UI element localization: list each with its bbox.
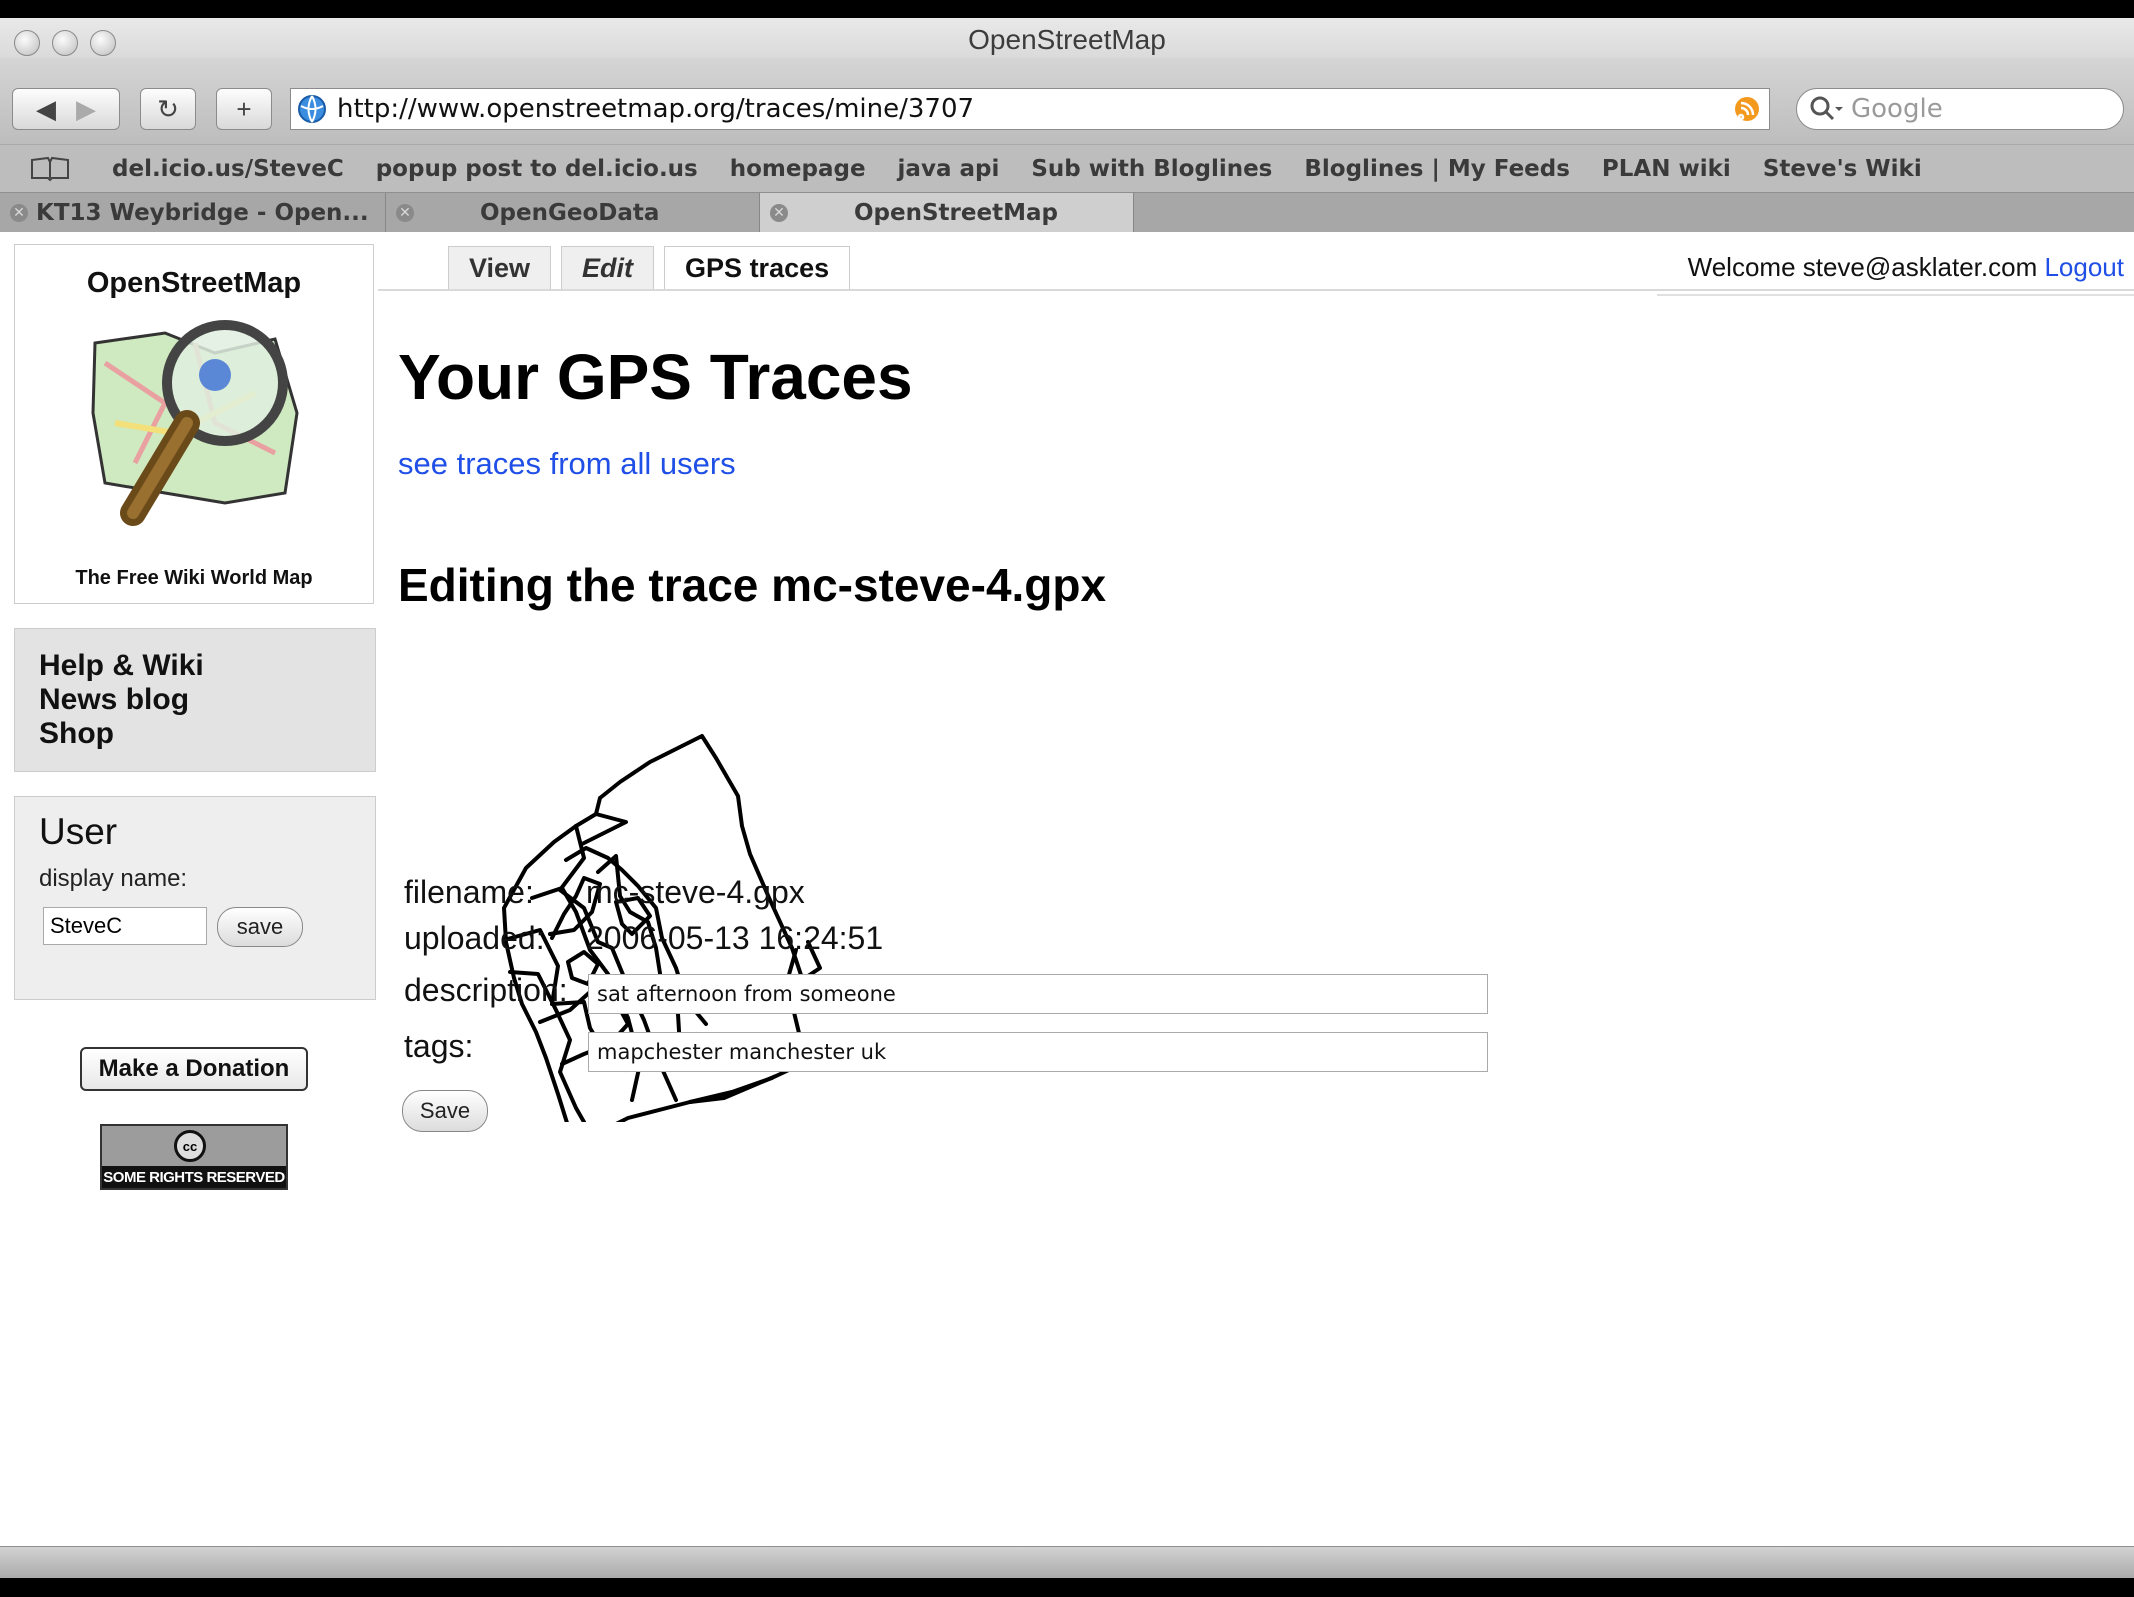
welcome-divider xyxy=(1657,294,2134,296)
display-name-input[interactable] xyxy=(43,907,207,945)
close-tab-icon[interactable]: ✕ xyxy=(396,204,414,222)
browser-tab-bar: ✕ KT13 Weybridge - Open... ✕ OpenGeoData… xyxy=(0,192,2134,233)
logo-tagline: The Free Wiki World Map xyxy=(75,567,313,589)
close-tab-icon[interactable]: ✕ xyxy=(10,204,28,222)
window-title: OpenStreetMap xyxy=(968,24,1166,55)
plus-icon: + xyxy=(236,93,252,124)
bookmark-plan-wiki[interactable]: PLAN wiki xyxy=(1602,156,1731,182)
forward-arrow-icon[interactable]: ▶ xyxy=(76,94,96,125)
bookmarks-book-icon[interactable] xyxy=(30,156,70,182)
trace-editing-heading: Editing the trace mc-steve-4.gpx xyxy=(398,559,1107,611)
status-bar xyxy=(0,1546,2134,1578)
browser-toolbar: ◀ ▶ ↻ + http://www.openstreetmap.org/tra… xyxy=(0,58,2134,144)
browser-tab-label: KT13 Weybridge - Open... xyxy=(36,200,369,226)
tab-edit[interactable]: Edit xyxy=(561,246,655,290)
browser-window: OpenStreetMap ◀ ▶ ↻ + http://www.openstr… xyxy=(0,18,2134,1578)
bookmark-delicious[interactable]: del.icio.us/SteveC xyxy=(112,156,344,182)
user-panel-title: User xyxy=(39,811,118,852)
url-text[interactable]: http://www.openstreetmap.org/traces/mine… xyxy=(337,94,974,124)
site-logo[interactable]: OpenStreetMap The Free Wiki World Map xyxy=(14,244,374,604)
bookmark-bloglines-feeds[interactable]: Bloglines | My Feeds xyxy=(1304,156,1570,182)
logo-title: OpenStreetMap xyxy=(86,267,302,299)
uploaded-value: 2006-05-13 16:24:51 xyxy=(586,920,884,956)
browser-tab-opengeodata[interactable]: ✕ OpenGeoData xyxy=(386,193,760,233)
magnifier-map-logo-icon xyxy=(91,320,299,526)
bookmark-sub-bloglines[interactable]: Sub with Bloglines xyxy=(1031,156,1272,182)
user-panel: User display name: save xyxy=(14,796,376,1000)
globe-icon xyxy=(298,95,326,123)
welcome-area: Welcome steve@asklater.com Logout xyxy=(1688,252,2124,283)
back-forward-buttons[interactable]: ◀ ▶ xyxy=(12,88,120,130)
browser-tab-weybridge[interactable]: ✕ KT13 Weybridge - Open... xyxy=(0,193,386,233)
close-tab-icon[interactable]: ✕ xyxy=(770,204,788,222)
rss-feed-icon[interactable] xyxy=(1733,95,1761,123)
bookmark-popup-post[interactable]: popup post to del.icio.us xyxy=(376,156,698,182)
see-all-traces-link[interactable]: see traces from all users xyxy=(398,446,736,482)
reload-icon: ↻ xyxy=(157,93,179,124)
back-arrow-icon[interactable]: ◀ xyxy=(36,94,56,125)
welcome-text: Welcome steve@asklater.com xyxy=(1687,252,2038,282)
add-bookmark-button[interactable]: + xyxy=(216,88,272,130)
filename-value: mc-steve-4.gpx xyxy=(586,874,805,910)
donate-button[interactable]: Make a Donation xyxy=(80,1047,308,1091)
cc-icon: cc xyxy=(174,1130,206,1162)
reload-button[interactable]: ↻ xyxy=(140,88,196,130)
search-placeholder: Google xyxy=(1851,94,1943,124)
display-name-label: display name: xyxy=(39,865,188,892)
browser-tab-label: OpenStreetMap xyxy=(854,200,1058,226)
bookmarks-bar: del.icio.us/SteveC popup post to del.ici… xyxy=(0,144,2134,193)
bookmark-steves-wiki[interactable]: Steve's Wiki xyxy=(1763,156,1922,182)
description-label: description: xyxy=(404,972,568,1008)
tags-label: tags: xyxy=(404,1028,474,1064)
bookmark-java-api[interactable]: java api xyxy=(898,156,1000,182)
tags-input[interactable] xyxy=(588,1032,1488,1072)
tab-divider xyxy=(378,289,2134,291)
web-page: OpenStreetMap The Free Wiki World Map He… xyxy=(0,232,2134,1562)
page-title: Your GPS Traces xyxy=(398,341,913,413)
sidebar-link-shop[interactable]: Shop xyxy=(39,717,375,751)
cc-text: SOME RIGHTS RESERVED xyxy=(102,1166,286,1188)
browser-tab-label: OpenGeoData xyxy=(480,200,660,226)
logout-link[interactable]: Logout xyxy=(2044,252,2124,282)
tab-view[interactable]: View xyxy=(448,246,552,290)
search-field[interactable]: Google xyxy=(1796,88,2124,130)
sidebar-links: Help & Wiki News blog Shop xyxy=(14,628,376,772)
display-name-save-button[interactable]: save xyxy=(217,907,303,947)
sidebar-link-help-wiki[interactable]: Help & Wiki xyxy=(39,649,375,683)
save-trace-button[interactable]: Save xyxy=(402,1090,488,1132)
browser-tab-openstreetmap[interactable]: ✕ OpenStreetMap xyxy=(760,193,1134,233)
creative-commons-badge[interactable]: cc SOME RIGHTS RESERVED xyxy=(100,1124,288,1190)
search-icon[interactable] xyxy=(1809,95,1843,123)
tab-gps-traces[interactable]: GPS traces xyxy=(664,246,851,290)
filename-label: filename: xyxy=(404,874,534,910)
sidebar-link-news-blog[interactable]: News blog xyxy=(39,683,375,717)
uploaded-label: uploaded: xyxy=(404,920,545,956)
page-tabs: View Edit GPS traces xyxy=(448,246,860,290)
description-input[interactable] xyxy=(588,974,1488,1014)
address-bar[interactable]: http://www.openstreetmap.org/traces/mine… xyxy=(290,88,1770,130)
bookmark-homepage[interactable]: homepage xyxy=(730,156,866,182)
